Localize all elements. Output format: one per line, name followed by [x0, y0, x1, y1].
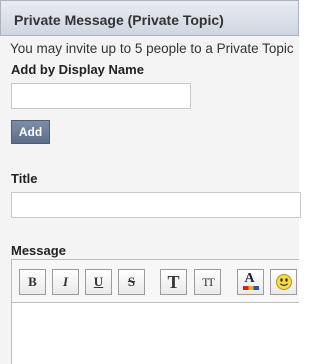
dialog-title: Private Message (Private Topic) — [14, 12, 224, 28]
font-color-icon: A — [242, 271, 259, 291]
font-size-large-icon: T — [167, 272, 180, 292]
smiley-icon — [275, 274, 292, 290]
title-input[interactable] — [11, 192, 301, 218]
bold-icon: B — [28, 274, 37, 289]
bold-button[interactable]: B — [19, 269, 46, 295]
add-button[interactable]: Add — [11, 120, 50, 144]
dialog-header: Private Message (Private Topic) — [0, 0, 299, 36]
title-label: Title — [11, 171, 38, 186]
italic-button[interactable]: I — [52, 269, 79, 295]
font-color-button[interactable]: A — [237, 269, 264, 295]
underline-icon: U — [93, 274, 104, 289]
display-name-input[interactable] — [11, 83, 191, 109]
message-editor[interactable] — [11, 303, 299, 364]
message-label: Message — [11, 243, 66, 258]
add-display-name-label: Add by Display Name — [11, 62, 144, 77]
italic-icon: I — [62, 274, 69, 289]
font-size-small-icon: TT — [202, 274, 215, 289]
underline-button[interactable]: U — [85, 269, 112, 295]
font-size-large-button[interactable]: T — [160, 269, 187, 295]
strikethrough-icon: S — [127, 274, 136, 289]
emoticon-button[interactable] — [270, 269, 297, 295]
editor-toolbar: B I U S T TT A — [11, 259, 299, 303]
strikethrough-button[interactable]: S — [118, 269, 145, 295]
font-size-small-button[interactable]: TT — [194, 269, 221, 295]
invite-info-text: You may invite up to 5 people to a Priva… — [10, 41, 294, 56]
